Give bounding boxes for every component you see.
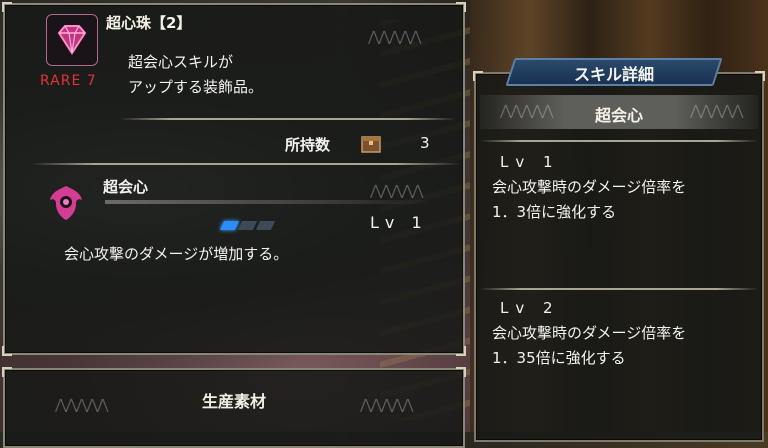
zigzag-decoration: ⋀⋀⋀⋀⋀ <box>55 397 108 413</box>
owned-count-label: 所持数 <box>285 136 331 154</box>
level-label: Lv 2 <box>500 299 560 317</box>
skill-underline <box>105 200 435 204</box>
detail-skill-name: 超会心 <box>594 106 643 125</box>
zigzag-decoration: ⋀⋀⋀⋀⋀ <box>360 397 413 413</box>
level-desc: 会心攻撃時のダメージ倍率を <box>492 178 687 196</box>
divider <box>480 140 758 142</box>
divider <box>120 118 456 120</box>
description-line: 超会心スキルが <box>128 53 234 71</box>
zigzag-decoration: ⋀⋀⋀⋀⋀ <box>368 29 421 45</box>
skill-name: 超会心 <box>103 178 149 196</box>
level-detail-1: Lv 1 会心攻撃時のダメージ倍率を 1．3倍に強化する <box>492 150 686 225</box>
divider <box>30 163 460 165</box>
skill-emblem-icon <box>44 180 88 224</box>
level-pip <box>219 221 240 230</box>
rarity-label: RARE 7 <box>40 73 97 89</box>
level-pip <box>237 221 258 230</box>
skill-level: Lv 1 <box>370 213 428 232</box>
skill-level-pips <box>219 215 276 234</box>
decoration-gem-icon <box>46 14 98 66</box>
level-pip <box>255 221 276 230</box>
level-desc: 1．3倍に強化する <box>492 203 617 221</box>
item-name: 超心珠【2】 <box>106 14 192 32</box>
description-line: アップする装飾品。 <box>128 78 264 96</box>
skill-effect: 会心攻撃のダメージが増加する。 <box>64 245 289 263</box>
level-desc: 会心攻撃時のダメージ倍率を <box>492 324 687 342</box>
owned-count-value: 3 <box>420 134 430 152</box>
item-description: 超会心スキルが アップする装飾品。 <box>128 50 263 100</box>
item-box-icon <box>361 135 381 153</box>
level-desc: 1．35倍に強化する <box>492 349 626 367</box>
skill-detail-tab-label: スキル詳細 <box>573 65 654 84</box>
divider <box>480 288 758 290</box>
level-detail-2: Lv 2 会心攻撃時のダメージ倍率を 1．35倍に強化する <box>492 296 686 371</box>
level-label: Lv 1 <box>500 153 560 171</box>
zigzag-decoration: ⋀⋀⋀⋀⋀ <box>370 183 423 199</box>
